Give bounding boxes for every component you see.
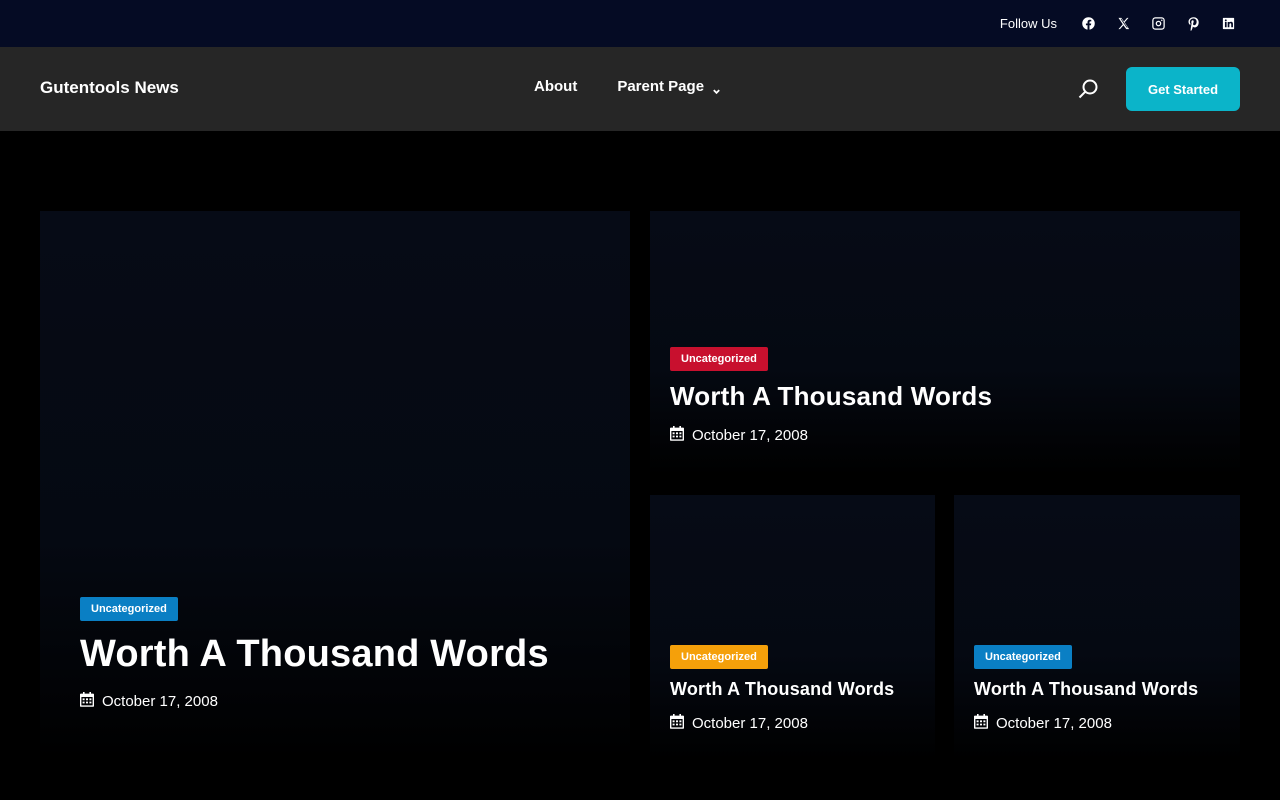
facebook-icon <box>1082 17 1095 30</box>
post-date: October 17, 2008 <box>80 692 630 711</box>
facebook-link[interactable] <box>1071 12 1106 36</box>
instagram-link[interactable] <box>1141 12 1176 36</box>
search-button[interactable] <box>1076 77 1100 101</box>
pinterest-link[interactable] <box>1176 12 1211 36</box>
category-badge[interactable]: Uncategorized <box>670 347 768 371</box>
category-badge[interactable]: Uncategorized <box>80 597 178 621</box>
calendar-icon <box>974 714 996 733</box>
post-date-text: October 17, 2008 <box>996 715 1112 732</box>
post-date-text: October 17, 2008 <box>692 427 808 444</box>
calendar-icon <box>670 714 692 733</box>
category-badge[interactable]: Uncategorized <box>670 645 768 669</box>
post-title[interactable]: Worth A Thousand Words <box>974 679 1240 700</box>
top-bar: Follow Us <box>0 0 1280 47</box>
post-card-content: Uncategorized Worth A Thousand Words Oct… <box>80 597 630 711</box>
post-card-small[interactable]: Uncategorized Worth A Thousand Words Oct… <box>954 495 1240 760</box>
post-title[interactable]: Worth A Thousand Words <box>80 633 630 676</box>
post-date-text: October 17, 2008 <box>102 693 218 710</box>
calendar-icon <box>80 692 102 711</box>
post-card-featured[interactable]: Uncategorized Worth A Thousand Words Oct… <box>40 211 630 760</box>
social-links <box>1071 12 1246 36</box>
nav-item-parent-page-label: Parent Page <box>617 78 705 95</box>
linkedin-link[interactable] <box>1211 12 1246 36</box>
linkedin-icon <box>1222 17 1235 30</box>
get-started-button[interactable]: Get Started <box>1126 67 1240 111</box>
follow-us-label: Follow Us <box>999 16 1057 31</box>
post-date: October 17, 2008 <box>974 714 1240 733</box>
site-header: Gutentools News About Parent Page Get St… <box>0 47 1280 131</box>
chevron-down-icon <box>712 83 721 94</box>
x-icon <box>1118 17 1130 30</box>
post-card-content: Uncategorized Worth A Thousand Words Oct… <box>670 645 935 733</box>
post-card-content: Uncategorized Worth A Thousand Words Oct… <box>670 347 1240 445</box>
post-date: October 17, 2008 <box>670 426 1240 445</box>
instagram-icon <box>1152 17 1165 30</box>
post-date: October 17, 2008 <box>670 714 935 733</box>
post-card-small[interactable]: Uncategorized Worth A Thousand Words Oct… <box>650 495 935 760</box>
calendar-icon <box>670 426 692 445</box>
post-date-text: October 17, 2008 <box>692 715 808 732</box>
main-nav: About Parent Page <box>534 78 721 95</box>
category-badge[interactable]: Uncategorized <box>974 645 1072 669</box>
nav-item-parent-page[interactable]: Parent Page <box>617 78 721 95</box>
site-title[interactable]: Gutentools News <box>40 78 179 98</box>
x-link[interactable] <box>1106 12 1141 36</box>
search-icon <box>1078 79 1098 99</box>
post-title[interactable]: Worth A Thousand Words <box>670 381 1240 412</box>
post-card-content: Uncategorized Worth A Thousand Words Oct… <box>974 645 1240 733</box>
post-title[interactable]: Worth A Thousand Words <box>670 679 935 700</box>
nav-item-about[interactable]: About <box>534 78 577 95</box>
pinterest-icon <box>1188 17 1199 31</box>
post-card-wide[interactable]: Uncategorized Worth A Thousand Words Oct… <box>650 211 1240 475</box>
